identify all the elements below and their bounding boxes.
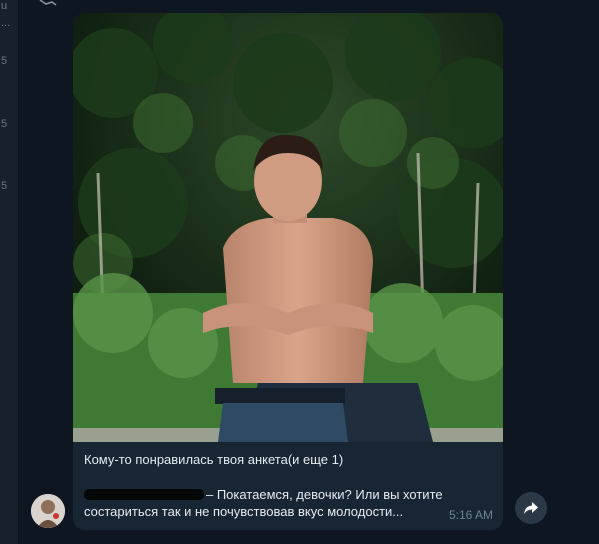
sticker-fragment (39, 0, 57, 6)
message-bubble[interactable]: Кому-то понравилась твоя анкета(и еще 1)… (73, 13, 503, 530)
message-photo[interactable] (73, 13, 503, 442)
sidebar-fragment: ... (1, 17, 11, 29)
sidebar-fragment: 5 (1, 180, 8, 192)
avatar-image (31, 494, 65, 528)
message-text: – Покатаемся, девочки? Или вы хотите сос… (84, 486, 456, 520)
sidebar-fragment: u (1, 0, 8, 12)
avatar[interactable] (31, 494, 65, 528)
message-timestamp: 5:16 AM (448, 508, 493, 522)
sidebar-fragment: 5 (1, 55, 8, 67)
share-arrow-icon (524, 502, 538, 514)
left-sidebar: u ... 5 5 5 (0, 0, 19, 544)
sidebar-fragment: 5 (1, 118, 8, 130)
share-button[interactable] (515, 492, 547, 524)
message-caption: Кому-то понравилась твоя анкета(и еще 1) (84, 452, 344, 467)
redacted-name (84, 489, 204, 500)
